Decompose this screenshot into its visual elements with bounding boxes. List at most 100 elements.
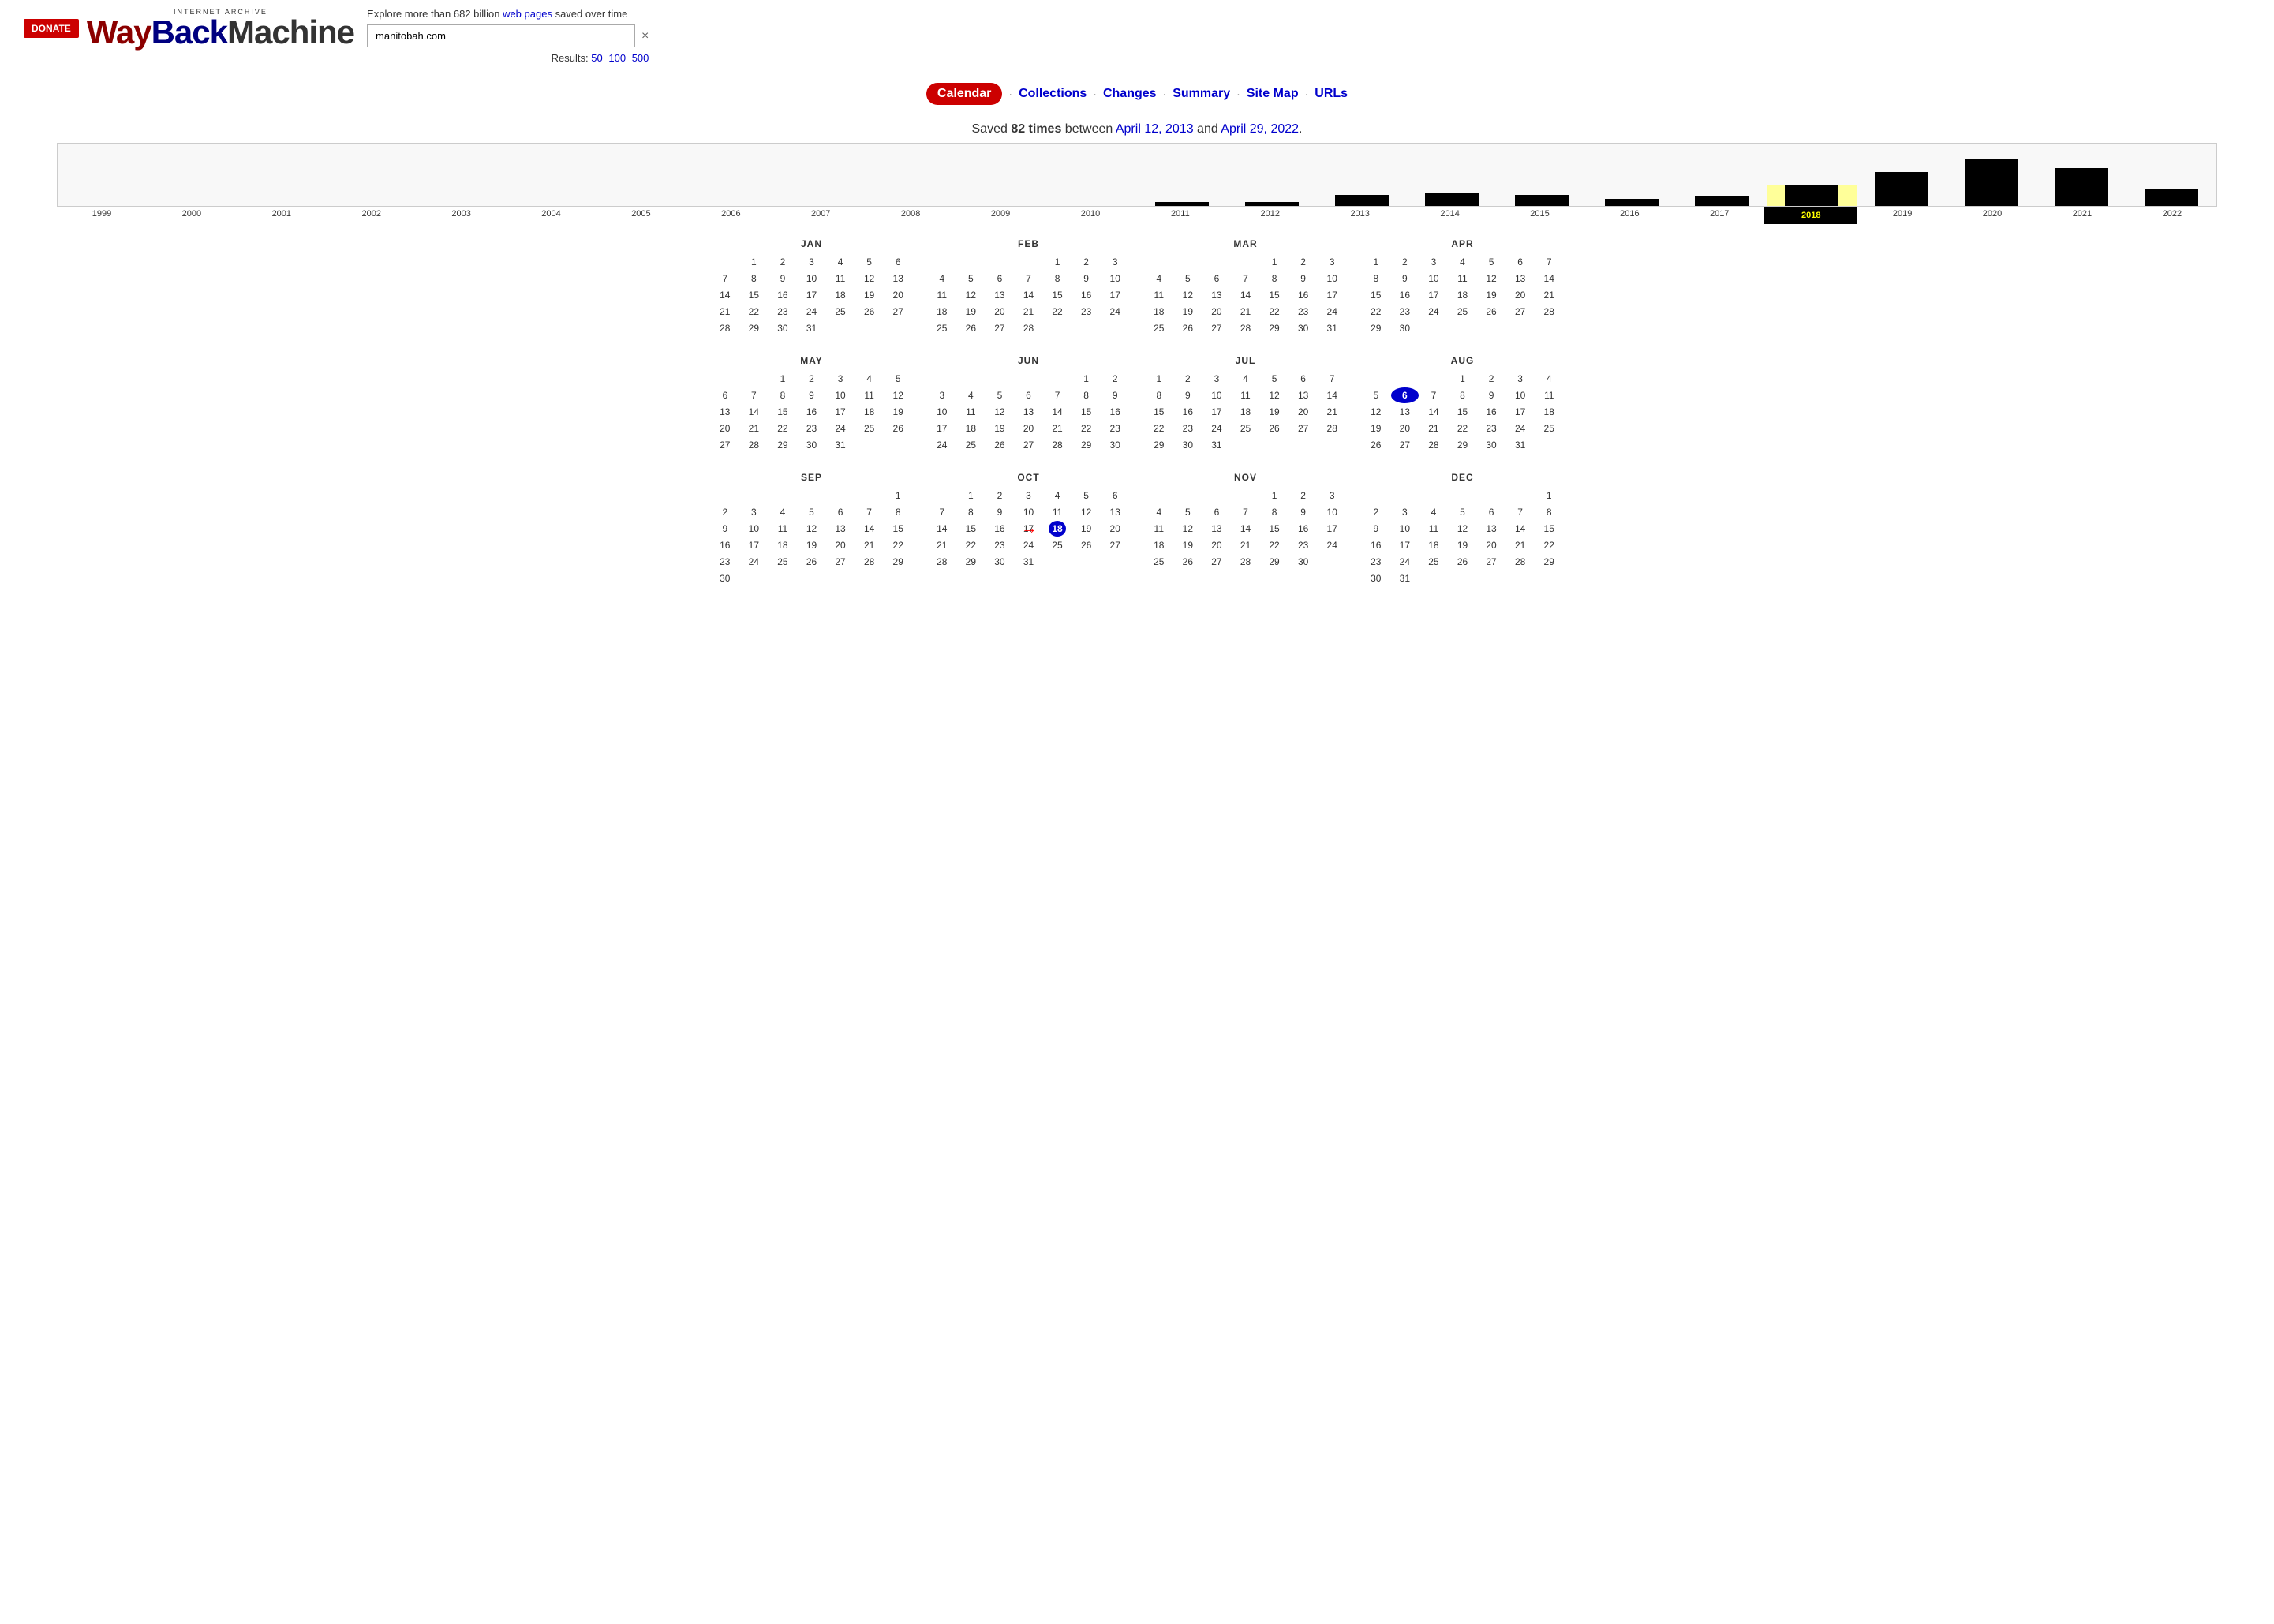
- year-label[interactable]: 2008: [866, 207, 956, 224]
- timeline-year-col[interactable]: [1137, 202, 1227, 206]
- cal-day: 17: [1391, 537, 1419, 553]
- cal-day: 8: [1260, 504, 1288, 520]
- cal-day: 3: [1202, 371, 1231, 387]
- cal-day: 18: [1145, 304, 1173, 320]
- web-pages-link[interactable]: web pages: [503, 8, 552, 20]
- cal-day: 24: [1015, 537, 1043, 553]
- saved-text: Saved 82 times between April 12, 2013 an…: [0, 122, 2274, 137]
- results-500-link[interactable]: 500: [632, 52, 649, 64]
- cal-day: 30: [1477, 437, 1505, 453]
- timeline-year-col[interactable]: [1407, 193, 1497, 206]
- cal-day: 22: [1043, 304, 1072, 320]
- year-label[interactable]: 2012: [1225, 207, 1315, 224]
- cal-day: 12: [1477, 271, 1505, 286]
- year-label[interactable]: 2015: [1495, 207, 1585, 224]
- nav-bar: Calendar · Collections · Changes · Summa…: [0, 72, 2274, 113]
- year-label[interactable]: 2006: [686, 207, 776, 224]
- year-label[interactable]: 1999: [57, 207, 147, 224]
- year-label[interactable]: 2000: [147, 207, 237, 224]
- cal-day: 12: [1260, 387, 1288, 403]
- cal-day: 26: [1174, 320, 1202, 336]
- timeline-year-col[interactable]: [2037, 168, 2126, 206]
- year-label[interactable]: 2009: [956, 207, 1045, 224]
- year-label[interactable]: 2010: [1045, 207, 1135, 224]
- cal-day: 24: [1506, 421, 1535, 436]
- year-label[interactable]: 2004: [507, 207, 597, 224]
- nav-sitemap[interactable]: Site Map: [1247, 87, 1299, 101]
- timeline-year-col[interactable]: [1767, 185, 1857, 206]
- cal-day: 28: [1419, 437, 1448, 453]
- year-label[interactable]: 2022: [2127, 207, 2217, 224]
- cal-day: 23: [1101, 421, 1129, 436]
- cal-day: 7: [1232, 504, 1260, 520]
- timeline-year-col[interactable]: [1677, 196, 1767, 206]
- timeline-year-col[interactable]: [1317, 195, 1407, 206]
- ia-logo: INTERNET ARCHIVE WayBackMachine: [87, 8, 354, 49]
- calendar-month: JUN1234567891011121314151617181920212223…: [920, 355, 1137, 453]
- cal-day: 7: [1419, 387, 1448, 403]
- cal-day: 28: [1232, 320, 1260, 336]
- calendar-month: APR1234567891011121314151617181920212223…: [1354, 238, 1571, 336]
- cal-day: 20: [1477, 537, 1505, 553]
- nav-changes[interactable]: Changes: [1103, 87, 1157, 101]
- year-label[interactable]: 2011: [1135, 207, 1225, 224]
- year-label[interactable]: 2017: [1674, 207, 1764, 224]
- cal-day: 27: [1101, 537, 1129, 553]
- cal-day: 12: [884, 387, 912, 403]
- cal-day-highlighted[interactable]: 6: [1391, 387, 1419, 403]
- cal-day-highlighted-arrow[interactable]: 18: [1049, 521, 1066, 537]
- nav-urls[interactable]: URLs: [1315, 87, 1348, 101]
- cal-day: 18: [855, 404, 884, 420]
- cal-day: 15: [769, 404, 797, 420]
- timeline-year-col[interactable]: [1587, 199, 1677, 206]
- calendar-month: SEP1234567891011121314151617181920212223…: [703, 472, 920, 586]
- year-label[interactable]: 2016: [1584, 207, 1674, 224]
- cal-day: 14: [1318, 387, 1346, 403]
- cal-day: 10: [1506, 387, 1535, 403]
- date1-link[interactable]: April 12, 2013: [1116, 122, 1194, 136]
- year-label[interactable]: 2019: [1857, 207, 1947, 224]
- cal-day: 7: [855, 504, 884, 520]
- year-label[interactable]: 2021: [2037, 207, 2127, 224]
- calendar-month: AUG1234567891011121314151617181920212223…: [1354, 355, 1571, 453]
- year-label[interactable]: 2013: [1315, 207, 1405, 224]
- year-label[interactable]: 2005: [596, 207, 686, 224]
- clear-button[interactable]: ×: [641, 29, 649, 43]
- search-input[interactable]: [367, 24, 635, 47]
- cal-day: 7: [1535, 254, 1563, 270]
- cal-day: 1: [1260, 488, 1288, 503]
- cal-day: 19: [1260, 404, 1288, 420]
- cal-day: 14: [1232, 521, 1260, 537]
- timeline-year-col[interactable]: [1857, 172, 1947, 206]
- cal-day: 28: [1535, 304, 1563, 320]
- year-label[interactable]: 2003: [417, 207, 507, 224]
- cal-day: 5: [884, 371, 912, 387]
- cal-day: 22: [957, 537, 986, 553]
- year-label[interactable]: 2018: [1764, 207, 1857, 224]
- timeline-year-col[interactable]: [2126, 189, 2216, 206]
- timeline-year-col[interactable]: [1947, 159, 2037, 206]
- timeline-year-col[interactable]: [1497, 195, 1587, 206]
- cal-day: 5: [798, 504, 826, 520]
- nav-calendar[interactable]: Calendar: [926, 83, 1002, 105]
- timeline-year-col[interactable]: [1227, 202, 1317, 206]
- year-label[interactable]: 2002: [327, 207, 417, 224]
- cal-day: 14: [1506, 521, 1535, 537]
- nav-summary[interactable]: Summary: [1173, 87, 1230, 101]
- donate-button[interactable]: DONATE: [24, 19, 79, 38]
- year-label[interactable]: 2001: [237, 207, 327, 224]
- year-label[interactable]: 2007: [776, 207, 866, 224]
- cal-day: 9: [1072, 271, 1101, 286]
- nav-dot-3: ·: [1163, 88, 1167, 100]
- year-label[interactable]: 2020: [1947, 207, 2037, 224]
- cal-empty: [1391, 488, 1419, 503]
- cal-empty: [1174, 254, 1202, 270]
- cal-day: 1: [884, 488, 912, 503]
- nav-collections[interactable]: Collections: [1019, 87, 1087, 101]
- cal-empty: [1015, 254, 1043, 270]
- results-50-link[interactable]: 50: [591, 52, 602, 64]
- cal-day: 16: [1391, 287, 1419, 303]
- date2-link[interactable]: April 29, 2022: [1221, 122, 1299, 136]
- year-label[interactable]: 2014: [1405, 207, 1495, 224]
- results-100-link[interactable]: 100: [608, 52, 626, 64]
